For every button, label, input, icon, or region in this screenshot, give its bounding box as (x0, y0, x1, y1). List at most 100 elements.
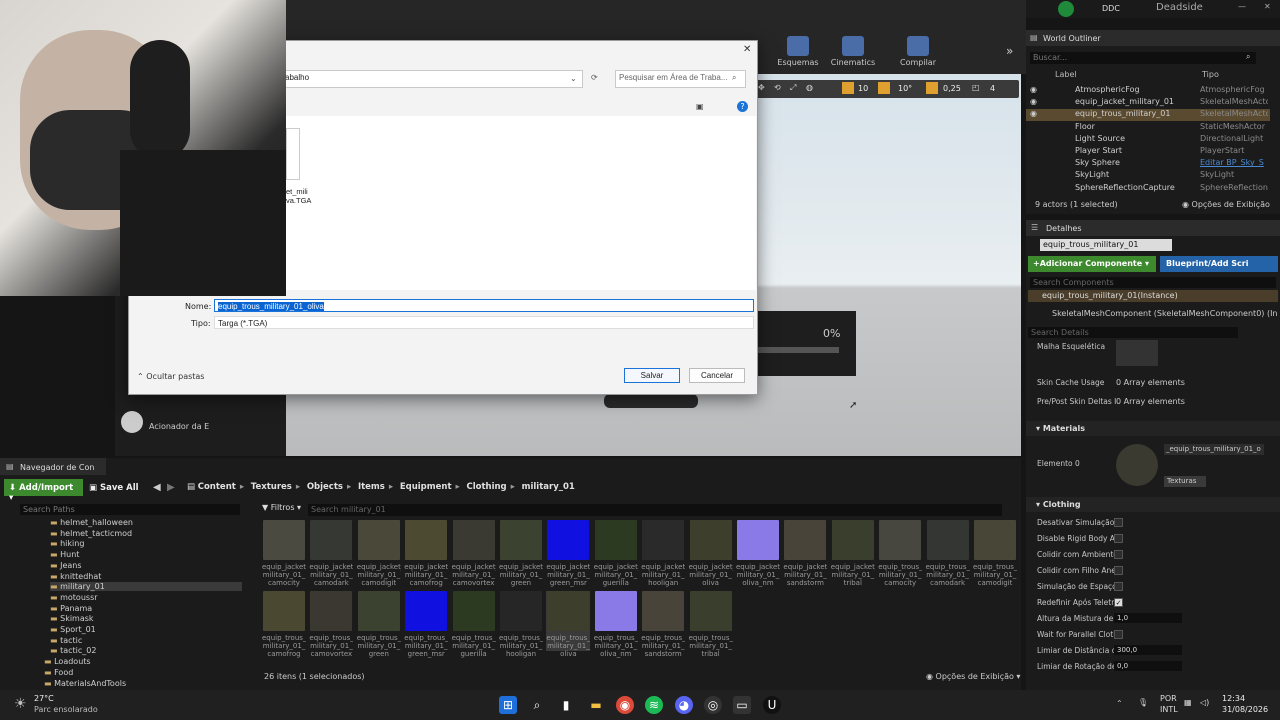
view-mode-icon[interactable]: ▣ (696, 102, 704, 111)
asset-tile[interactable]: equip_jacket_ military_01_ camocity (262, 520, 306, 587)
breadcrumb-separator-icon[interactable]: ▸ (296, 482, 303, 492)
asset-tile[interactable]: equip_jacket_ military_01_ camovortex (452, 520, 496, 587)
asset-tile[interactable]: equip_jacket_ military_01_ tribal (831, 520, 875, 587)
weather-icon[interactable]: ☀ (14, 696, 27, 712)
materials-section[interactable]: ▾ Materials (1026, 421, 1280, 436)
task-view-icon[interactable]: ▮ (557, 696, 575, 714)
asset-tile[interactable]: equip_trous_ military_01_ green (357, 591, 401, 658)
outliner-row-type[interactable]: Editar BP_Sky_S (1200, 158, 1268, 167)
network-icon[interactable]: ▦ (1184, 698, 1192, 707)
dialog-search-input[interactable]: Pesquisar em Área de Traba... (615, 70, 746, 88)
tree-folder[interactable]: ▬ Sport_01 (50, 625, 96, 634)
asset-tile[interactable]: equip_jacket_ military_01_ hooligan (641, 520, 685, 587)
tree-folder[interactable]: ▬ Skimask (50, 614, 94, 623)
clock-time[interactable]: 12:34 (1222, 694, 1245, 703)
file-name-input[interactable]: equip_trous_military_01_oliva (214, 299, 754, 312)
breadcrumb-separator-icon[interactable]: ▸ (240, 482, 247, 492)
search-paths-input[interactable]: Search Paths (20, 504, 240, 515)
breadcrumb-separator-icon[interactable]: ▸ (511, 482, 518, 492)
forward-icon[interactable]: ▶ (167, 482, 175, 493)
minimize-icon[interactable]: — (1238, 2, 1246, 11)
tree-folder[interactable]: ▬ hiking (50, 539, 84, 548)
checkbox[interactable]: ✓ (1114, 598, 1123, 607)
asset-tile[interactable]: equip_trous_ military_01_ camodigit (973, 520, 1017, 587)
tray-chevron-icon[interactable]: ⌃ (1116, 699, 1123, 708)
asset-tile[interactable]: equip_jacket_ military_01_ oliva (689, 520, 733, 587)
checkbox[interactable] (1114, 582, 1123, 591)
character-model[interactable] (604, 394, 698, 408)
refresh-icon[interactable]: ⟳ (591, 73, 598, 82)
outliner-row[interactable]: ◉ equip_jacket_military_01 SkeletalMeshAct… (1026, 97, 1270, 109)
visibility-eye-icon[interactable]: ◉ (1030, 97, 1037, 106)
grid-snap-icon[interactable] (842, 82, 854, 94)
outliner-row[interactable]: SphereReflectionCapture SphereReflectionC (1026, 183, 1270, 195)
outliner-row[interactable]: ◉ equip_trous_military_01 SkeletalMeshActo… (1026, 109, 1270, 122)
back-icon[interactable]: ◀ (153, 482, 161, 493)
visibility-eye-icon[interactable]: ◉ (1030, 109, 1037, 118)
temperature[interactable]: 27°C (34, 694, 54, 703)
breadcrumb-item[interactable]: Equipment (400, 482, 452, 492)
material-select[interactable]: _equip_trous_military_01_o (1164, 444, 1264, 455)
cb-view-options-button[interactable]: ◉ Opções de Exibição ▾ (926, 672, 1020, 681)
search-components-input[interactable]: Search Components (1030, 277, 1276, 288)
instance-row[interactable]: equip_trous_military_01(Instance) (1028, 290, 1278, 302)
hide-folders-toggle[interactable]: ⌃ Ocultar pastas (137, 372, 204, 381)
filters-button[interactable]: ▼ Filtros ▾ (262, 503, 301, 512)
tree-folder[interactable]: ▬ Panama (50, 604, 92, 613)
breadcrumb-item[interactable]: Objects (307, 482, 343, 492)
obs-icon[interactable]: ◎ (704, 696, 722, 714)
save-button[interactable]: Salvar (624, 368, 680, 383)
numeric-field[interactable]: 0,0 (1114, 661, 1182, 671)
tree-folder[interactable]: ▬ Hunt (50, 550, 79, 559)
asset-tile[interactable]: equip_jacket_ military_01_ oliva_nm (736, 520, 780, 587)
add-import-button[interactable]: ⬇ Add/Import ▾ (4, 479, 83, 503)
checkbox[interactable] (1114, 566, 1123, 575)
mesh-thumbnail[interactable] (1116, 340, 1158, 366)
search-icon[interactable]: ⌕ (528, 696, 546, 714)
spotify-icon[interactable]: ≋ (645, 696, 663, 714)
asset-tile[interactable]: equip_jacket_ military_01_ camofrog (404, 520, 448, 587)
asset-tile[interactable]: equip_trous_ military_01_ oliva_nm (594, 591, 638, 658)
asset-tile[interactable]: equip_trous_ military_01_ sandstorm (641, 591, 685, 658)
asset-tile[interactable]: equip_jacket_ military_01_ green (499, 520, 543, 587)
asset-tile[interactable]: equip_jacket_ military_01_ camodigit (357, 520, 401, 587)
tree-folder[interactable]: ▬ Jeans (50, 561, 82, 570)
visibility-eye-icon[interactable]: ◉ (1030, 85, 1037, 94)
chrome-icon[interactable]: ◉ (616, 696, 634, 714)
tree-folder[interactable]: ▬ helmet_tacticmod (50, 529, 132, 538)
component-row[interactable]: SkeletalMeshComponent (SkeletalMeshCompo… (1028, 308, 1278, 320)
cinematics-button[interactable]: Cinematics (825, 36, 881, 72)
outliner-row[interactable]: Light Source DirectionalLight (1026, 134, 1270, 146)
chevron-down-icon[interactable]: ⌄ (570, 74, 577, 83)
checkbox[interactable] (1114, 518, 1123, 527)
asset-tile[interactable]: equip_jacket_ military_01_ sandstorm (783, 520, 827, 587)
breadcrumb-item[interactable]: Clothing (466, 482, 506, 492)
content-browser-tab[interactable]: ▤ Navegador de Con (0, 458, 106, 475)
cancel-button[interactable]: Cancelar (689, 368, 745, 383)
col-type[interactable]: Tipo (1202, 70, 1219, 79)
world-icon[interactable]: ◍ (806, 83, 813, 92)
checkbox[interactable] (1114, 630, 1123, 639)
tree-folder[interactable]: ▬ motoussr (50, 593, 98, 602)
esquemas-button[interactable]: Esquemas (770, 36, 826, 72)
breadcrumb-item[interactable]: Items (358, 482, 385, 492)
scale-snap-icon[interactable] (926, 82, 938, 94)
asset-tile[interactable]: equip_jacket_ military_01_ guerilla (594, 520, 638, 587)
file-icon[interactable] (286, 128, 300, 180)
file-explorer-icon[interactable]: ▬ (587, 696, 605, 714)
asset-tile[interactable]: equip_trous_ military_01_ oliva (546, 591, 591, 658)
translate-icon[interactable]: ✥ (758, 83, 765, 92)
lang-layout[interactable]: INTL (1160, 705, 1178, 714)
texturas-dropdown[interactable]: Texturas (1164, 476, 1206, 487)
actor-item-2[interactable]: Acionador da E (149, 422, 209, 431)
close-window-icon[interactable]: ✕ (1264, 2, 1271, 11)
scale-icon[interactable]: ⤢ (790, 83, 796, 93)
asset-tile[interactable]: equip_trous_ military_01_ camocity (878, 520, 922, 587)
asset-tile[interactable]: equip_jacket_ military_01_ camodark (309, 520, 353, 587)
camera-speed-icon[interactable]: ◰ (972, 83, 980, 92)
asset-tile[interactable]: equip_trous_ military_01_ green_msr (404, 591, 448, 658)
tree-folder[interactable]: ▬ Food (44, 668, 73, 677)
grid-value[interactable]: 10 (858, 84, 868, 93)
rotation-snap-icon[interactable] (878, 82, 890, 94)
rotation-value[interactable]: 10° (898, 84, 912, 93)
